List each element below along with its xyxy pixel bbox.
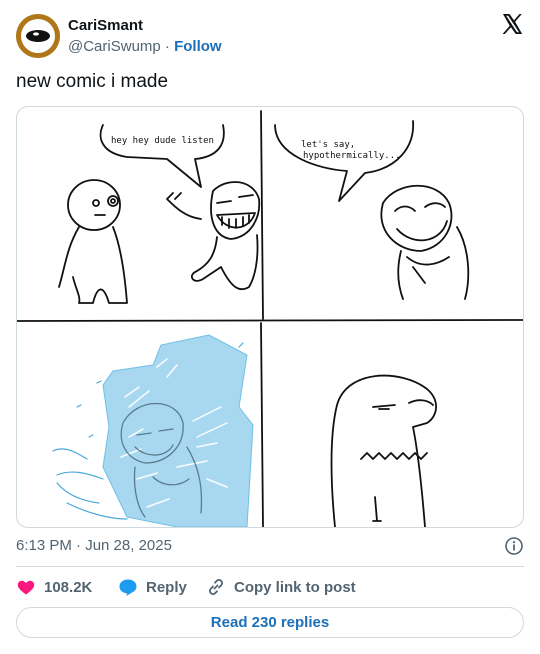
heart-icon xyxy=(17,580,35,595)
link-icon xyxy=(208,578,224,596)
x-logo-icon[interactable] xyxy=(500,12,524,36)
display-name[interactable]: CariSmant xyxy=(68,16,222,35)
comic-drawing: hey hey dude listen let's say, hypotherm… xyxy=(17,110,523,527)
copy-link-button[interactable]: Copy link to post xyxy=(206,576,356,598)
author-info: CariSmant @CariSwump · Follow xyxy=(68,16,222,57)
avatar[interactable] xyxy=(16,14,60,58)
handle[interactable]: @CariSwump xyxy=(68,38,161,55)
follow-link[interactable]: Follow xyxy=(174,38,222,55)
divider xyxy=(16,566,524,567)
handle-row: @CariSwump · Follow xyxy=(68,37,222,57)
reply-button[interactable]: Reply xyxy=(118,576,187,598)
reply-label: Reply xyxy=(146,578,187,596)
likes-count: 108.2K xyxy=(44,578,93,596)
tweet-header: CariSmant @CariSwump · Follow xyxy=(16,12,524,60)
info-icon[interactable] xyxy=(504,536,524,556)
separator: · xyxy=(164,38,170,55)
meta-row: 6:13 PM · Jun 28, 2025 xyxy=(16,536,524,556)
tweet-text: new comic i made xyxy=(16,71,169,92)
copy-link-label: Copy link to post xyxy=(234,578,356,596)
tweet-card: CariSmant @CariSwump · Follow new comic … xyxy=(0,0,540,654)
panel2-speech-line1: let's say, xyxy=(301,140,355,150)
like-button[interactable]: 108.2K xyxy=(16,576,92,598)
comic-image[interactable]: hey hey dude listen let's say, hypotherm… xyxy=(16,106,524,528)
panel1-speech: hey hey dude listen xyxy=(111,136,214,146)
timestamp[interactable]: 6:13 PM · Jun 28, 2025 xyxy=(16,537,172,554)
action-bar: 108.2K Reply Copy link to post xyxy=(16,576,524,598)
speech-bubble-icon xyxy=(119,579,137,596)
read-replies-button[interactable]: Read 230 replies xyxy=(16,607,524,638)
panel2-speech-line2: hypothermically... xyxy=(303,151,401,161)
